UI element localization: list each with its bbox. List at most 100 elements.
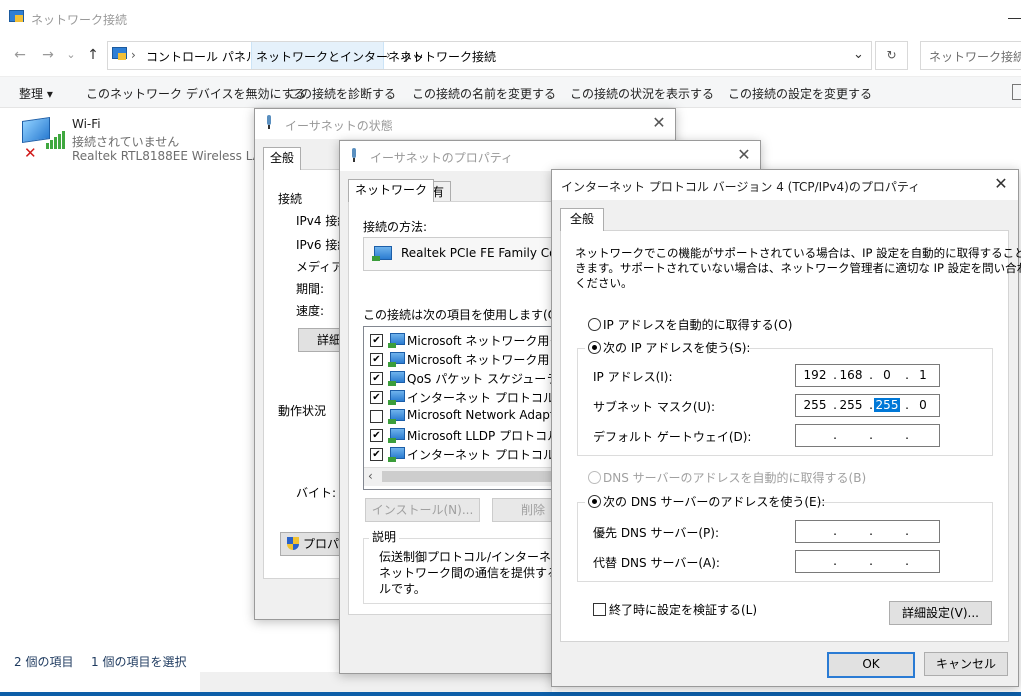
ok-button[interactable]: OK: [827, 652, 915, 678]
component-checkbox[interactable]: [370, 410, 383, 423]
manual-ip-radio[interactable]: [588, 341, 601, 354]
change-settings-command[interactable]: この接続の設定を変更する: [728, 85, 872, 102]
refresh-button[interactable]: ↻: [875, 41, 908, 70]
ipv4-dialog-title: インターネット プロトコル バージョン 4 (TCP/IPv4)のプロパティ: [561, 180, 921, 194]
close-icon[interactable]: ✕: [651, 115, 667, 131]
scroll-left-icon[interactable]: ‹: [368, 469, 373, 483]
recent-locations-icon[interactable]: ⌄: [60, 44, 82, 66]
close-icon[interactable]: ✕: [736, 147, 752, 163]
alternate-dns-field[interactable]: . . .: [795, 550, 940, 573]
wifi-computer-icon: ✕: [20, 117, 65, 162]
auto-ip-radio[interactable]: [588, 318, 601, 331]
cancel-button[interactable]: キャンセル: [924, 652, 1008, 676]
wifi-adapter-item[interactable]: ✕ Wi-Fi 接続されていません Realtek RTL8188EE Wire…: [16, 115, 293, 165]
close-icon[interactable]: ✕: [993, 176, 1009, 192]
network-adapter-icon: [372, 246, 392, 261]
status-dialog-title: イーサネットの状態: [285, 119, 393, 133]
rename-command[interactable]: この接続の名前を変更する: [412, 85, 556, 102]
ip-dot: .: [869, 554, 873, 568]
alternate-dns-label: 代替 DNS サーバー(A):: [593, 556, 720, 570]
command-bar: 整理 ▾ このネットワーク デバイスを無効にする この接続を診断する この接続の…: [0, 76, 1021, 108]
refresh-icon: ↻: [886, 48, 897, 62]
component-checkbox[interactable]: ✔: [370, 372, 383, 385]
ip-octet: 255: [839, 398, 863, 412]
ip-dot: .: [869, 428, 873, 442]
manual-dns-label: 次の DNS サーバーのアドレスを使う(E):: [603, 495, 826, 509]
forward-arrow-icon[interactable]: →: [37, 44, 59, 66]
protocol-icon: [388, 409, 405, 424]
status-row-label: 速度:: [296, 304, 325, 318]
component-label: Microsoft Network Adapter: [407, 408, 567, 422]
ip-address-field[interactable]: 192 . 168 . 0 . 1: [795, 364, 940, 387]
up-arrow-icon[interactable]: ↑: [82, 44, 104, 66]
minimize-button[interactable]: [1008, 18, 1021, 20]
diagnose-command[interactable]: この接続を診断する: [288, 85, 396, 102]
install-button[interactable]: インストール(N)...: [365, 498, 480, 522]
disable-device-command[interactable]: このネットワーク デバイスを無効にする: [86, 85, 306, 102]
component-checkbox[interactable]: ✔: [370, 353, 383, 366]
description-label: 説明: [369, 528, 400, 545]
layout-pane-icon[interactable]: [1012, 84, 1021, 100]
manual-ip-label: 次の IP アドレスを使う(S):: [603, 341, 751, 355]
breadcrumb-network-connections[interactable]: ネットワーク接続: [400, 48, 496, 65]
search-input[interactable]: ネットワーク接続の検: [920, 41, 1021, 70]
status-row-label: 期間:: [296, 282, 325, 296]
ip-dot: .: [905, 524, 909, 538]
ip-octet: 192: [803, 368, 827, 382]
ip-dot: .: [905, 428, 909, 442]
network-connections-icon: [9, 10, 24, 23]
validate-checkbox[interactable]: [593, 603, 606, 616]
view-status-command[interactable]: この接続の状況を表示する: [570, 85, 714, 102]
tab-network[interactable]: ネットワーク: [348, 179, 435, 202]
ip-dot: .: [869, 524, 873, 538]
breadcrumb-separator: ›: [238, 48, 243, 62]
ip-octet: 0: [883, 368, 891, 382]
subnet-mask-label: サブネット マスク(U):: [593, 400, 716, 414]
gateway-field[interactable]: . . .: [795, 424, 940, 447]
ip-octet: 1: [919, 368, 927, 382]
bytes-label: バイト:: [296, 486, 337, 500]
items-label: この接続は次の項目を使用します(O):: [363, 308, 566, 322]
tab-general[interactable]: 全般: [560, 208, 605, 231]
description-line: ルです。: [379, 582, 426, 596]
explorer-titlebar: ネットワーク接続: [0, 0, 1021, 38]
auto-dns-radio[interactable]: [588, 471, 601, 484]
status-dialog-titlebar: イーサネットの状態 ✕: [255, 109, 675, 139]
status-bar: 2 個の項目 1 個の項目を選択: [0, 648, 255, 672]
tab-general[interactable]: 全般: [263, 147, 302, 170]
ipv4-dialog-titlebar: インターネット プロトコル バージョン 4 (TCP/IPv4)のプロパティ ✕: [552, 170, 1018, 200]
advanced-button[interactable]: 詳細設定(V)...: [889, 601, 992, 625]
back-arrow-icon[interactable]: ←: [9, 44, 31, 66]
connect-using-label: 接続の方法:: [363, 220, 428, 234]
ip-octet-selected[interactable]: 255: [874, 398, 900, 412]
ip-dot: .: [833, 554, 837, 568]
auto-ip-label: IP アドレスを自動的に取得する(O): [603, 318, 793, 332]
adapter-name: Wi-Fi: [72, 117, 101, 131]
breadcrumb-network-internet[interactable]: ネットワークとインターネット: [256, 48, 424, 65]
breadcrumb-separator: ›: [386, 48, 391, 62]
component-checkbox[interactable]: ✔: [370, 429, 383, 442]
organize-menu[interactable]: 整理 ▾: [19, 85, 53, 102]
subnet-mask-field[interactable]: 255 . 255 . 255 . 0: [795, 394, 940, 417]
intro-text: きます。サポートされていない場合は、ネットワーク管理者に適切な IP 設定を問い…: [575, 261, 1021, 275]
component-checkbox[interactable]: ✔: [370, 448, 383, 461]
ip-octet: 168: [839, 368, 863, 382]
ethernet-icon: [350, 148, 358, 162]
address-bar[interactable]: › コントロール パネル › ネットワークとインターネット › ネットワーク接続…: [107, 41, 872, 70]
selected-count: 1 個の項目を選択: [91, 655, 187, 669]
manual-dns-radio[interactable]: [588, 495, 601, 508]
properties-dialog-title: イーサネットのプロパティ: [370, 151, 514, 165]
scrollbar-thumb[interactable]: [382, 471, 552, 482]
error-x-icon: ✕: [24, 144, 37, 162]
preferred-dns-field[interactable]: . . .: [795, 520, 940, 543]
ip-dot: .: [833, 524, 837, 538]
protocol-icon: [388, 447, 405, 462]
component-checkbox[interactable]: ✔: [370, 391, 383, 404]
ip-dot: .: [905, 554, 909, 568]
ipv4-general-panel: ネットワークでこの機能がサポートされている場合は、IP 設定を自動的に取得するこ…: [560, 230, 1021, 642]
intro-text: ください。: [575, 276, 633, 290]
network-client-icon: [388, 371, 405, 386]
component-label: QoS パケット スケジューラ: [407, 372, 559, 386]
component-checkbox[interactable]: ✔: [370, 334, 383, 347]
address-dropdown-icon[interactable]: ⌄: [853, 47, 864, 62]
